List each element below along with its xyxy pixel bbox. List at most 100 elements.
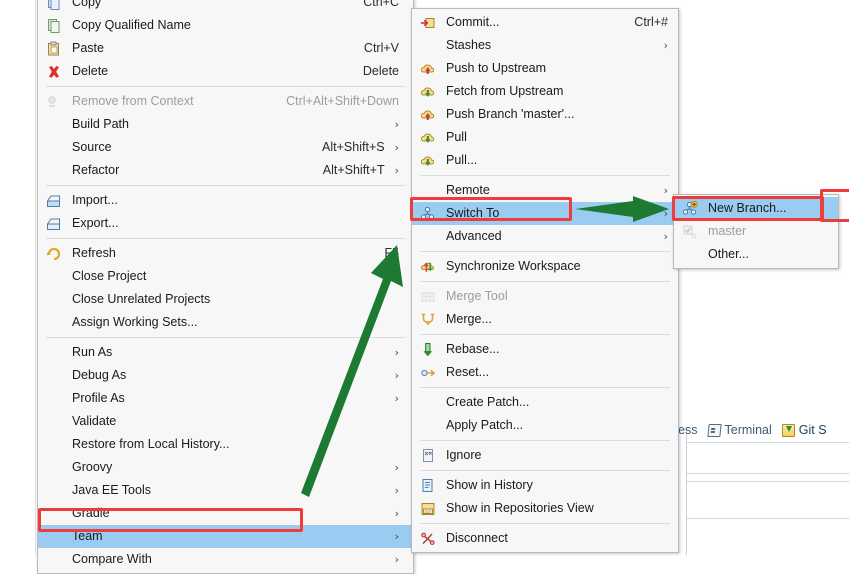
menu-item-disconnect[interactable]: Disconnect bbox=[412, 527, 678, 550]
remove-context-icon bbox=[46, 94, 62, 110]
menu-item-label: Apply Patch... bbox=[446, 418, 524, 432]
menu-separator bbox=[420, 387, 670, 388]
menu-item-new-branch[interactable]: New Branch... bbox=[674, 197, 838, 220]
background-line-1 bbox=[686, 442, 849, 443]
menu-item-copy-qualified-name[interactable]: Copy Qualified Name bbox=[38, 14, 413, 37]
menu-item-commit[interactable]: Commit... Ctrl+# bbox=[412, 11, 678, 34]
menu-item-import[interactable]: Import... bbox=[38, 189, 413, 212]
menu-item-refresh[interactable]: Refresh F5 bbox=[38, 242, 413, 265]
menu-item-java-ee-tools[interactable]: Java EE Tools › bbox=[38, 479, 413, 502]
menu-item-synchronize-workspace[interactable]: Synchronize Workspace bbox=[412, 255, 678, 278]
menu-separator bbox=[420, 523, 670, 524]
menu-item-run-as[interactable]: Run As › bbox=[38, 341, 413, 364]
menu-item-label: Paste bbox=[72, 41, 104, 55]
chevron-right-icon: › bbox=[663, 184, 668, 197]
menu-item-push-to-upstream[interactable]: Push to Upstream bbox=[412, 57, 678, 80]
menu-item-pull[interactable]: Pull bbox=[412, 126, 678, 149]
menu-separator bbox=[46, 238, 405, 239]
menu-item-label: Ignore bbox=[446, 448, 482, 462]
merge-icon bbox=[420, 312, 436, 328]
menu-item-reset[interactable]: Reset... bbox=[412, 361, 678, 384]
menu-item-profile-as[interactable]: Profile As › bbox=[38, 387, 413, 410]
new-branch-icon bbox=[682, 200, 698, 217]
menu-item-label: Gradle bbox=[72, 506, 110, 520]
project-context-menu[interactable]: Copy Ctrl+C Copy Qualified Name Paste Ctrl+V… bbox=[37, 0, 414, 574]
menu-item-label: Compare With bbox=[72, 552, 152, 566]
menu-item-label: Java EE Tools bbox=[72, 483, 151, 497]
menu-item-paste[interactable]: Paste Ctrl+V bbox=[38, 37, 413, 60]
menu-item-label: Team bbox=[72, 529, 103, 543]
paste-icon bbox=[46, 41, 62, 57]
menu-item-restore-from-local-history[interactable]: Restore from Local History... bbox=[38, 433, 413, 456]
fetch-icon bbox=[420, 84, 436, 100]
menu-item-delete[interactable]: Delete Delete bbox=[38, 60, 413, 83]
menu-item-merge[interactable]: Merge... bbox=[412, 308, 678, 331]
menu-item-refactor[interactable]: Refactor Alt+Shift+T › bbox=[38, 159, 413, 182]
menu-item-team[interactable]: Team › bbox=[38, 525, 413, 548]
synchronize-icon bbox=[420, 259, 436, 275]
chevron-right-icon: › bbox=[663, 39, 668, 52]
menu-item-label: Create Patch... bbox=[446, 395, 530, 409]
menu-item-debug-as[interactable]: Debug As › bbox=[38, 364, 413, 387]
reset-icon bbox=[420, 365, 436, 381]
menu-item-compare-with[interactable]: Compare With › bbox=[38, 548, 413, 571]
menu-item-groovy[interactable]: Groovy › bbox=[38, 456, 413, 479]
menu-item-label: Copy Qualified Name bbox=[72, 18, 191, 32]
menu-item-assign-working-sets[interactable]: Assign Working Sets... bbox=[38, 311, 413, 334]
menu-item-label: Close Project bbox=[72, 269, 147, 283]
menu-item-label: Fetch from Upstream bbox=[446, 84, 564, 98]
menu-item-label: Refactor bbox=[72, 163, 120, 177]
menu-item-accelerator: Alt+Shift+T bbox=[322, 163, 385, 177]
menu-item-push-branch-master[interactable]: Push Branch 'master'... bbox=[412, 103, 678, 126]
menu-item-switch-to[interactable]: Switch To › bbox=[412, 202, 678, 225]
merge-tool-icon bbox=[420, 289, 436, 305]
menu-item-label: Advanced bbox=[446, 229, 502, 243]
menu-item-close-unrelated-projects[interactable]: Close Unrelated Projects bbox=[38, 288, 413, 311]
delete-icon bbox=[46, 64, 62, 80]
menu-item-export[interactable]: Export... bbox=[38, 212, 413, 235]
menu-item-other[interactable]: Other... bbox=[674, 243, 838, 266]
menu-item-label: Run As bbox=[72, 345, 113, 359]
menu-item-validate[interactable]: Validate bbox=[38, 410, 413, 433]
chevron-right-icon: › bbox=[394, 484, 399, 497]
menu-item-copy[interactable]: Copy Ctrl+C bbox=[38, 0, 413, 14]
menu-item-build-path[interactable]: Build Path › bbox=[38, 113, 413, 136]
chevron-right-icon: › bbox=[663, 230, 668, 243]
context-menu-items: Copy Ctrl+C Copy Qualified Name Paste Ctrl+V… bbox=[38, 0, 413, 571]
chevron-right-icon: › bbox=[663, 207, 668, 220]
export-icon bbox=[46, 216, 62, 232]
menu-item-accelerator: Delete bbox=[362, 64, 399, 78]
team-submenu[interactable]: Commit... Ctrl+# Stashes › Push to Upstream F… bbox=[411, 8, 679, 553]
menu-item-pull[interactable]: Pull... bbox=[412, 149, 678, 172]
menu-item-accelerator: Ctrl+C bbox=[363, 0, 399, 9]
chevron-right-icon: › bbox=[394, 369, 399, 382]
tab-git-staging[interactable]: Git S bbox=[781, 423, 827, 437]
menu-item-source[interactable]: Source Alt+Shift+S › bbox=[38, 136, 413, 159]
menu-separator bbox=[46, 86, 405, 87]
push-icon bbox=[420, 107, 436, 123]
chevron-right-icon: › bbox=[394, 507, 399, 520]
menu-item-close-project[interactable]: Close Project bbox=[38, 265, 413, 288]
git-staging-icon bbox=[781, 423, 795, 437]
menu-separator bbox=[420, 175, 670, 176]
menu-item-create-patch[interactable]: Create Patch... bbox=[412, 391, 678, 414]
svg-text:GIT: GIT bbox=[425, 508, 432, 513]
chevron-right-icon: › bbox=[394, 141, 399, 154]
menu-item-stashes[interactable]: Stashes › bbox=[412, 34, 678, 57]
team-menu-items: Commit... Ctrl+# Stashes › Push to Upstream F… bbox=[412, 11, 678, 550]
menu-item-label: Other... bbox=[708, 247, 749, 261]
menu-item-gradle[interactable]: Gradle › bbox=[38, 502, 413, 525]
menu-item-fetch-from-upstream[interactable]: Fetch from Upstream bbox=[412, 80, 678, 103]
menu-item-show-in-history[interactable]: Show in History bbox=[412, 474, 678, 497]
view-tab-bar[interactable]: ogress Terminal Git S bbox=[660, 418, 849, 442]
menu-item-remote[interactable]: Remote › bbox=[412, 179, 678, 202]
menu-item-apply-patch[interactable]: Apply Patch... bbox=[412, 414, 678, 437]
tab-terminal[interactable]: Terminal bbox=[706, 423, 772, 437]
menu-item-rebase[interactable]: Rebase... bbox=[412, 338, 678, 361]
menu-item-show-in-repositories-view[interactable]: GIT Show in Repositories View bbox=[412, 497, 678, 520]
switch-to-submenu[interactable]: New Branch... master Other... bbox=[673, 194, 839, 269]
background-line-2 bbox=[686, 473, 849, 474]
branch-icon bbox=[420, 206, 436, 222]
menu-item-ignore[interactable]: Ignore bbox=[412, 444, 678, 467]
menu-item-advanced[interactable]: Advanced › bbox=[412, 225, 678, 248]
